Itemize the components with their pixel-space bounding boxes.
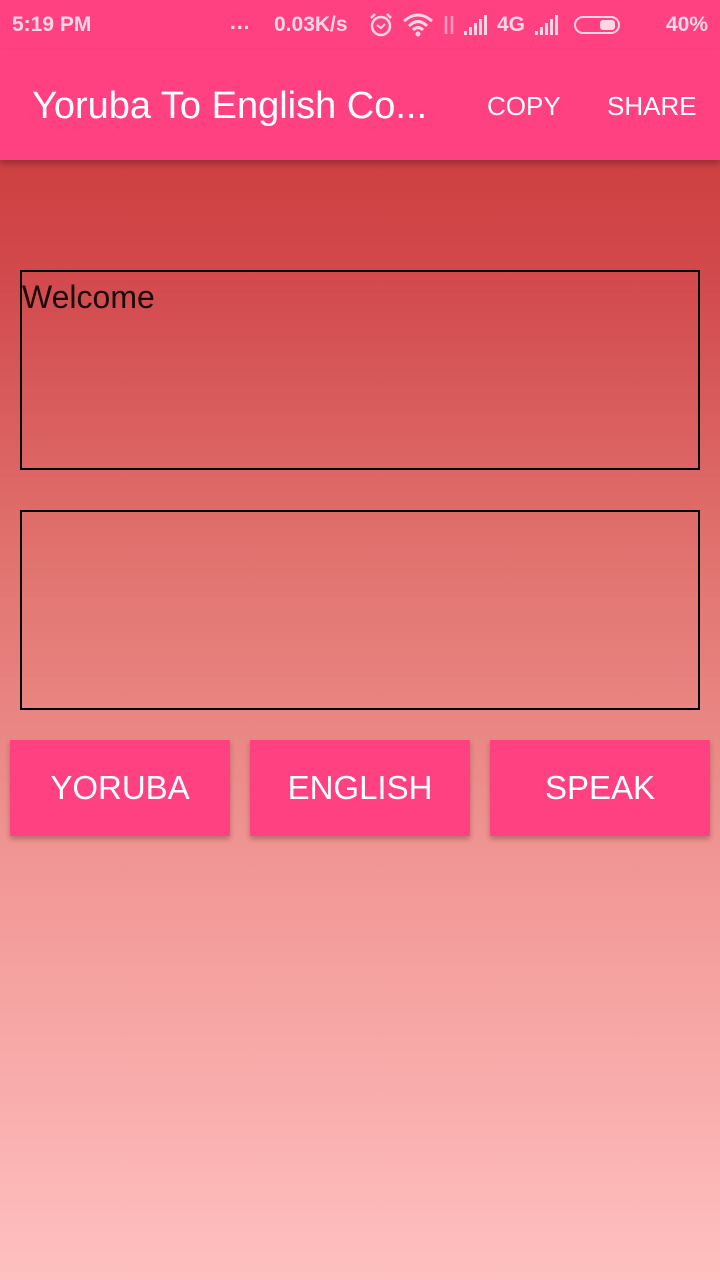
network-speed: 0.03K/s — [274, 13, 348, 36]
input-text-field[interactable]: Welcome — [20, 270, 700, 470]
status-bar: 5:19 PM ... 0.03K/s 4G 40% — [0, 0, 720, 50]
app-title: Yoruba To English Co... — [32, 85, 428, 127]
app-bar: Yoruba To English Co... COPY SHARE — [0, 50, 720, 160]
copy-button[interactable]: COPY — [487, 91, 561, 122]
notification-overflow-icon: ... — [230, 11, 251, 34]
share-button[interactable]: SHARE — [607, 91, 697, 122]
english-button[interactable]: ENGLISH — [250, 740, 470, 836]
battery-icon — [574, 16, 621, 34]
battery-percent: 40% — [665, 13, 708, 36]
yoruba-button[interactable]: YORUBA — [10, 740, 230, 836]
network-type: 4G — [497, 13, 526, 36]
status-icons: 4G — [368, 10, 621, 40]
wifi-icon — [403, 13, 433, 37]
speak-button[interactable]: SPEAK — [490, 740, 710, 836]
data-transfer-icon — [444, 16, 454, 34]
status-time: 5:19 PM — [12, 13, 92, 36]
signal-icon — [464, 15, 487, 35]
signal-icon — [535, 15, 559, 35]
alarm-icon — [370, 13, 392, 37]
output-text-field[interactable] — [20, 510, 700, 710]
